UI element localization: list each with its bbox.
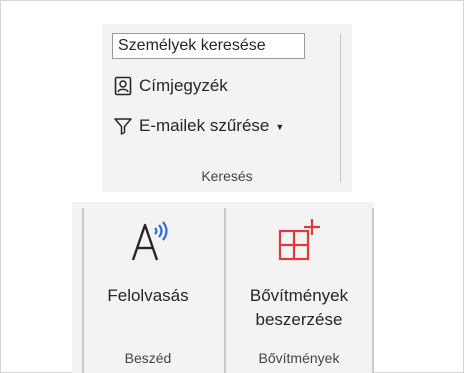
filter-icon: [113, 116, 133, 136]
group-separator: [82, 208, 84, 373]
get-addins-button[interactable]: Bővítmények beszerzése: [234, 212, 364, 342]
address-book-label: Címjegyzék: [139, 76, 228, 95]
addins-ribbon-group: Bővítmények beszerzése Bővítmények: [224, 202, 374, 373]
read-aloud-icon: [131, 221, 168, 261]
addins-group-label: Bővítmények: [258, 350, 340, 366]
group-separator: [340, 34, 341, 182]
filter-email-label: E-mailek szűrése: [139, 116, 270, 135]
search-group-label: Keresés: [201, 168, 253, 184]
read-aloud-button[interactable]: Felolvasás: [83, 212, 213, 342]
get-addins-label-line1: Bővítmények: [249, 286, 349, 305]
read-aloud-label: Felolvasás: [107, 286, 189, 305]
speech-ribbon-group: Felolvasás Beszéd: [72, 202, 224, 373]
speech-group-label: Beszéd: [124, 350, 172, 366]
chevron-down-icon[interactable]: ▼: [275, 122, 284, 132]
filter-email-button[interactable]: E-mailek szűrése ▼: [113, 113, 284, 139]
get-addins-label-line2: beszerzése: [255, 310, 343, 329]
search-people-input[interactable]: Személyek keresése: [112, 33, 305, 59]
get-addins-icon: [278, 219, 320, 261]
group-separator: [224, 208, 226, 373]
address-book-icon: [113, 76, 133, 96]
address-book-button[interactable]: Címjegyzék: [113, 73, 228, 99]
search-ribbon-group: Személyek keresése Címjegyzék E-mailek s…: [102, 24, 352, 192]
get-addins-label: Bővítmények beszerzése: [250, 284, 348, 332]
group-separator: [372, 208, 374, 373]
